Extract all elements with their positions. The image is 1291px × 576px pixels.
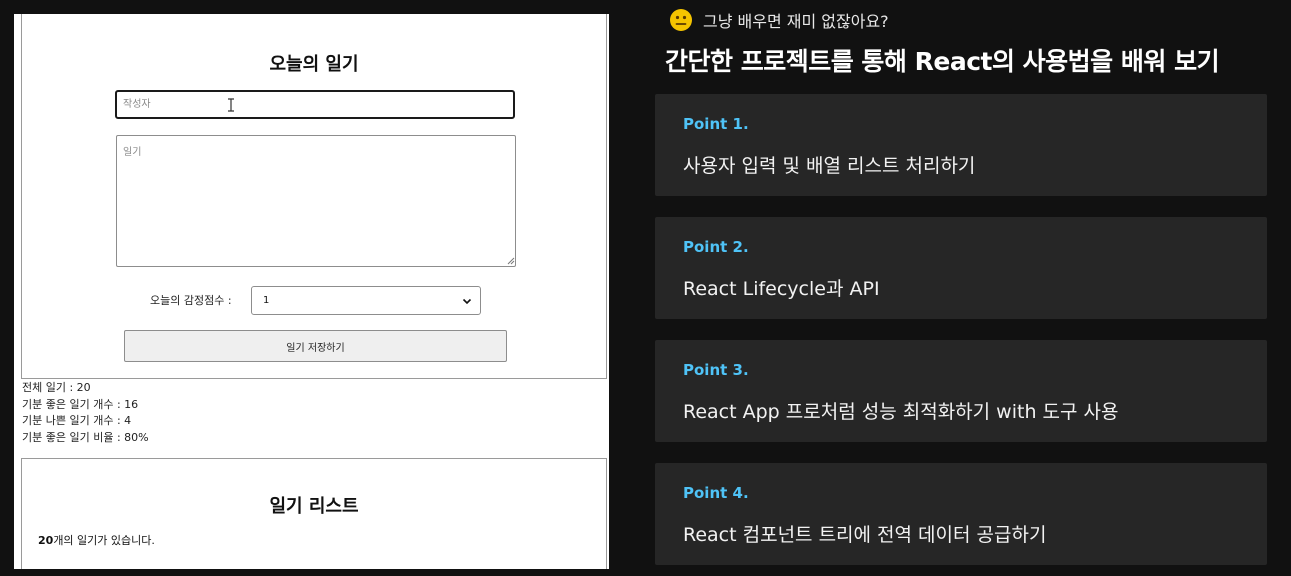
save-diary-button[interactable]: 일기 저장하기 <box>124 330 507 362</box>
point-card-4: Point 4. React 컴포넌트 트리에 전역 데이터 공급하기 <box>655 463 1267 565</box>
point-text: React App 프로처럼 성능 최적화하기 with 도구 사용 <box>683 401 1119 423</box>
text-cursor-icon <box>228 98 234 112</box>
slide-title: 간단한 프로젝트를 통해 React의 사용법을 배워 보기 <box>665 47 1220 76</box>
diary-app-window: 오늘의 일기 오늘의 감정점수 : 1 일기 저장하기 전체 일기 : 20 기… <box>14 14 609 569</box>
slide-subtitle-text: 그냥 배우면 재미 없잖아요? <box>703 12 889 31</box>
point-label: Point 2. <box>683 238 749 256</box>
point-card-1: Point 1. 사용자 입력 및 배열 리스트 처리하기 <box>655 94 1267 196</box>
point-text: React Lifecycle과 API <box>683 278 880 300</box>
diary-editor: 오늘의 일기 오늘의 감정점수 : 1 일기 저장하기 <box>21 14 607 379</box>
diary-list: 일기 리스트 20개의 일기가 있습니다. <box>21 458 607 569</box>
chevron-down-icon <box>462 298 472 305</box>
resize-grip-icon[interactable] <box>507 257 515 265</box>
point-text: 사용자 입력 및 배열 리스트 처리하기 <box>683 155 976 177</box>
list-title: 일기 리스트 <box>269 496 359 517</box>
point-label: Point 4. <box>683 484 749 502</box>
emotion-score-value: 1 <box>263 295 270 306</box>
list-count-number: 20 <box>38 534 54 547</box>
slide-subtitle: 그냥 배우면 재미 없잖아요? <box>669 8 889 32</box>
list-count-suffix: 개의 일기가 있습니다. <box>53 534 155 547</box>
emotion-score-label: 오늘의 감정점수 : <box>150 294 232 307</box>
neutral-face-emoji-icon <box>670 9 692 31</box>
point-card-3: Point 3. React App 프로처럼 성능 최적화하기 with 도구… <box>655 340 1267 442</box>
list-count: 20개의 일기가 있습니다. <box>38 532 155 548</box>
stat-good-count: 기분 좋은 일기 개수 : 16 <box>22 397 139 411</box>
point-card-2: Point 2. React Lifecycle과 API <box>655 217 1267 319</box>
point-label: Point 1. <box>683 115 749 133</box>
stat-bad-count: 기분 나쁜 일기 개수 : 4 <box>22 414 132 427</box>
point-text: React 컴포넌트 트리에 전역 데이터 공급하기 <box>683 524 1047 546</box>
stat-total: 전체 일기 : 20 <box>22 381 91 394</box>
stat-good-ratio: 기분 좋은 일기 비율 : 80% <box>22 430 149 444</box>
diary-content-textarea[interactable] <box>116 135 516 267</box>
editor-title: 오늘의 일기 <box>269 54 359 75</box>
emotion-score-select[interactable]: 1 <box>251 286 481 315</box>
author-input[interactable] <box>115 90 515 119</box>
diary-stats: 전체 일기 : 20 기분 좋은 일기 개수 : 16 기분 나쁜 일기 개수 … <box>22 380 149 446</box>
point-label: Point 3. <box>683 361 749 379</box>
